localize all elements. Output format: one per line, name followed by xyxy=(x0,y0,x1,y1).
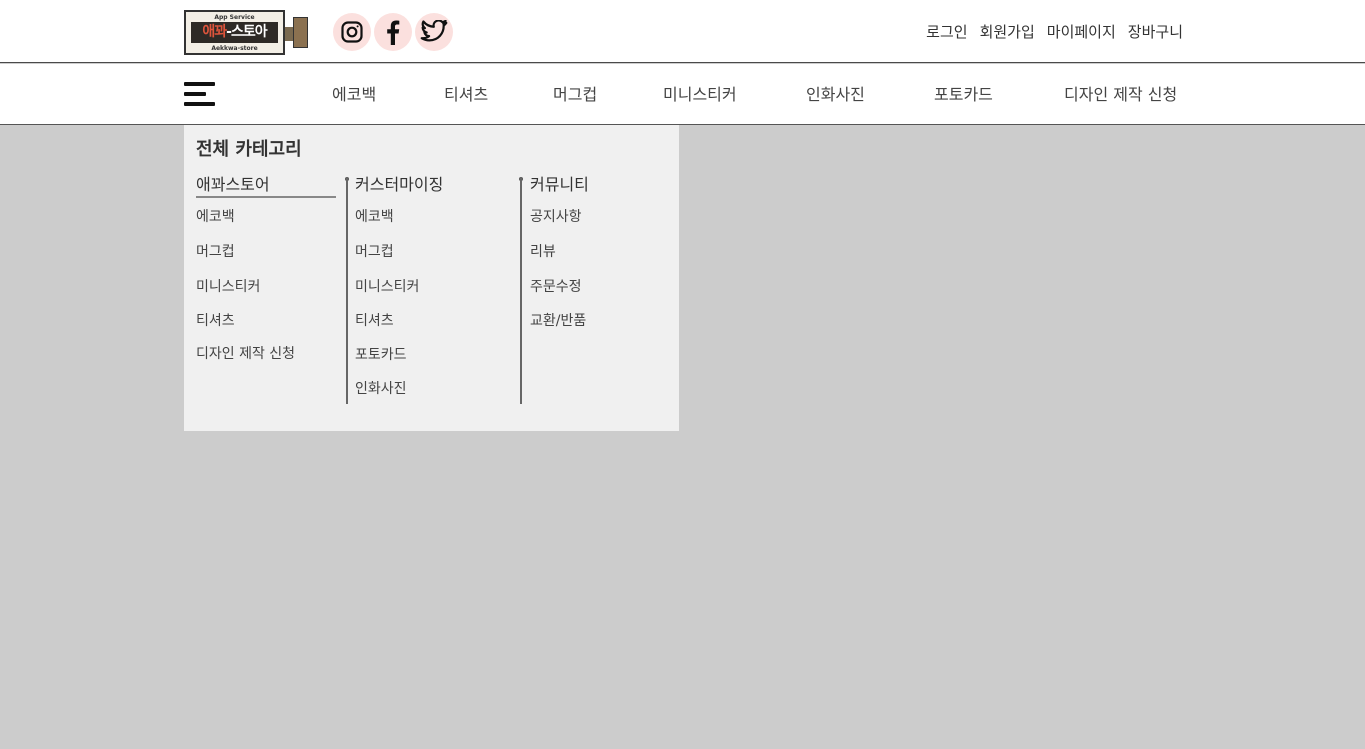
custom-item-mini-sticker[interactable]: 미니스티커 xyxy=(355,276,443,296)
logo-tagline: App Service xyxy=(214,14,255,21)
nav-item-mug[interactable]: 머그컵 xyxy=(553,81,597,105)
signup-link[interactable]: 회원가입 xyxy=(980,21,1035,42)
dropdown-column-custom: 커스터마이징 에코백 머그컵 미니스티커 티셔츠 포토카드 인화사진 xyxy=(355,171,443,398)
column-divider xyxy=(520,177,522,404)
logo-wordmark-accent: 애꽈 xyxy=(202,24,227,40)
column-header-custom[interactable]: 커스터마이징 xyxy=(355,171,443,198)
category-dropdown: 전체 카테고리 애꽈스토어 에코백 머그컵 미니스티커 티셔츠 디자인 제작 신… xyxy=(184,125,679,431)
custom-item-photo-print[interactable]: 인화사진 xyxy=(355,378,443,398)
menu-icon[interactable] xyxy=(184,82,216,107)
custom-item-photocard[interactable]: 포토카드 xyxy=(355,344,443,364)
nav-item-mini-sticker[interactable]: 미니스티커 xyxy=(663,81,737,105)
nav-item-ecobag[interactable]: 에코백 xyxy=(332,81,376,105)
twitter-icon xyxy=(420,20,448,42)
site-logo[interactable]: App Service 애꽈-스토아 Aekkwa-store xyxy=(184,10,308,55)
dropdown-column-community: 커뮤니티 공지사항 리뷰 주문수정 교환/반품 xyxy=(530,171,589,330)
logo-subtitle: Aekkwa-store xyxy=(211,45,258,52)
community-item-notice[interactable]: 공지사항 xyxy=(530,206,589,226)
store-item-design-request[interactable]: 디자인 제작 신청 xyxy=(196,343,336,363)
logo-wordmark-rest: -스토아 xyxy=(226,24,267,40)
column-header-community[interactable]: 커뮤니티 xyxy=(530,171,589,198)
custom-item-ecobag[interactable]: 에코백 xyxy=(355,206,443,226)
account-links: 로그인 회원가입 마이페이지 장바구니 xyxy=(926,21,1183,42)
facebook-link[interactable] xyxy=(374,13,412,51)
logo-door xyxy=(293,17,308,48)
store-item-mini-sticker[interactable]: 미니스티커 xyxy=(196,276,336,296)
community-item-exchange-return[interactable]: 교환/반품 xyxy=(530,310,589,330)
logo-sign: App Service 애꽈-스토아 Aekkwa-store xyxy=(184,10,285,55)
community-item-review[interactable]: 리뷰 xyxy=(530,241,589,261)
nav-item-photocard[interactable]: 포토카드 xyxy=(934,81,993,105)
community-item-order-edit[interactable]: 주문수정 xyxy=(530,276,589,296)
column-divider xyxy=(346,177,348,404)
facebook-icon xyxy=(387,20,400,45)
nav-item-tshirt[interactable]: 티셔츠 xyxy=(444,81,488,105)
store-item-tshirt[interactable]: 티셔츠 xyxy=(196,310,336,330)
category-nav: 에코백 티셔츠 머그컵 미니스티커 인화사진 포토카드 디자인 제작 신청 xyxy=(0,64,1365,125)
dropdown-title: 전체 카테고리 xyxy=(196,139,302,160)
cart-link[interactable]: 장바구니 xyxy=(1128,21,1183,42)
instagram-icon xyxy=(341,21,363,43)
instagram-link[interactable] xyxy=(333,13,371,51)
column-header-store[interactable]: 애꽈스토어 xyxy=(196,171,336,198)
dropdown-column-store: 애꽈스토어 에코백 머그컵 미니스티커 티셔츠 디자인 제작 신청 xyxy=(196,171,336,363)
logo-wordmark: 애꽈-스토아 xyxy=(191,22,278,43)
custom-item-tshirt[interactable]: 티셔츠 xyxy=(355,310,443,330)
logo-hinge xyxy=(285,27,293,41)
top-bar: App Service 애꽈-스토아 Aekkwa-store 로그인 회원가입… xyxy=(0,0,1365,63)
custom-item-mug[interactable]: 머그컵 xyxy=(355,241,443,261)
twitter-link[interactable] xyxy=(415,13,453,51)
login-link[interactable]: 로그인 xyxy=(926,21,967,42)
nav-item-design-request[interactable]: 디자인 제작 신청 xyxy=(1064,81,1177,105)
store-item-ecobag[interactable]: 에코백 xyxy=(196,206,336,226)
store-item-mug[interactable]: 머그컵 xyxy=(196,241,336,261)
mypage-link[interactable]: 마이페이지 xyxy=(1047,21,1116,42)
nav-item-photo-print[interactable]: 인화사진 xyxy=(806,81,865,105)
